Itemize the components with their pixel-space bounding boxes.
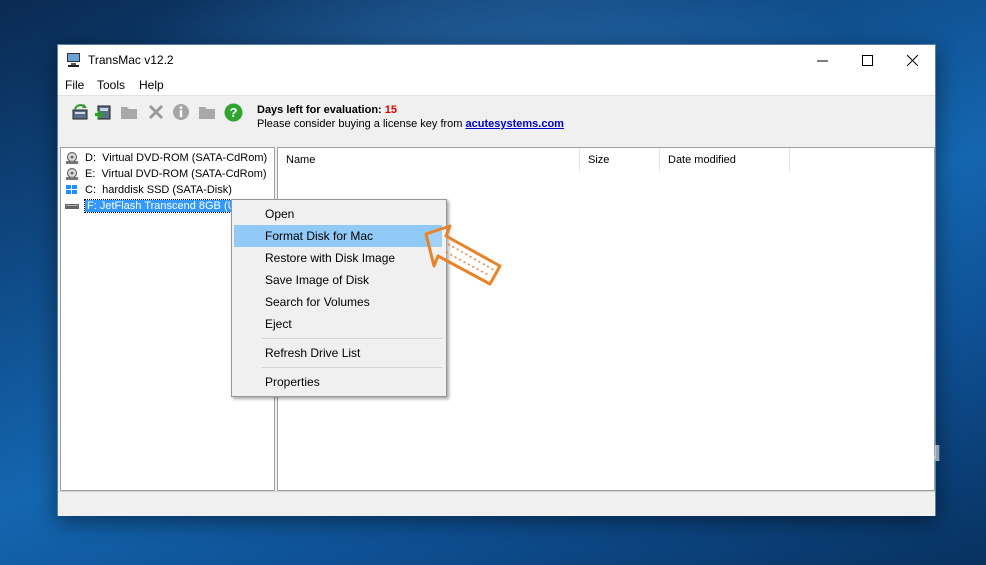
- usb-drive-icon: [65, 203, 79, 209]
- menu-bar: File Tools Help: [58, 75, 935, 95]
- window-title: TransMac v12.2: [88, 53, 174, 67]
- watermark-logo-icon: [667, 432, 705, 470]
- svg-text:?: ?: [229, 105, 237, 120]
- drive-label: harddisk SSD (SATA-Disk): [102, 183, 232, 196]
- disk-refresh-icon: [72, 104, 88, 120]
- maximize-icon: [861, 54, 873, 66]
- menu-item-save-image[interactable]: Save Image of Disk: [234, 269, 442, 291]
- maximize-button[interactable]: [844, 45, 890, 75]
- disk-add-icon: [95, 105, 111, 120]
- column-date-modified[interactable]: Date modified: [660, 148, 790, 172]
- drive-letter: E:: [85, 167, 96, 180]
- pointing-arrow-icon: [424, 224, 502, 286]
- drive-item-c[interactable]: C: harddisk SSD (SATA-Disk): [65, 182, 232, 197]
- toolbar-add-disk-button[interactable]: [93, 102, 113, 122]
- info-icon: [173, 104, 189, 120]
- evaluation-label: Days left for evaluation:: [257, 104, 382, 116]
- toolbar-open-folder-button[interactable]: [119, 102, 139, 122]
- column-size[interactable]: Size: [580, 148, 660, 172]
- title-bar: TransMac v12.2: [58, 45, 935, 75]
- license-text: Please consider buying a license key fro…: [257, 118, 463, 130]
- column-name[interactable]: Name: [278, 148, 580, 172]
- menu-item-eject[interactable]: Eject: [234, 313, 442, 335]
- drive-letter: D:: [85, 151, 96, 164]
- menu-tools[interactable]: Tools: [97, 78, 125, 92]
- toolbar-refresh-disk-button[interactable]: [70, 102, 90, 122]
- minimize-button[interactable]: [799, 45, 845, 75]
- toolbar-new-folder-button[interactable]: [197, 102, 217, 122]
- menu-item-restore-image[interactable]: Restore with Disk Image: [234, 247, 442, 269]
- drive-label: Virtual DVD-ROM (SATA-CdRom): [102, 151, 268, 164]
- new-folder-icon: [199, 107, 215, 119]
- menu-separator: [262, 338, 442, 339]
- menu-item-format-disk[interactable]: Format Disk for Mac: [234, 225, 442, 247]
- menu-help[interactable]: Help: [139, 78, 164, 92]
- dvd-icon: [66, 167, 78, 180]
- license-message: Please consider buying a license key fro…: [257, 118, 564, 130]
- menu-item-refresh-drives[interactable]: Refresh Drive List: [234, 342, 442, 364]
- watermark-text: macosworld.ru: [715, 433, 942, 468]
- drive-label: Virtual DVD-ROM (SATA-CdRom): [101, 167, 267, 180]
- status-bar: [58, 491, 935, 516]
- menu-separator: [262, 367, 442, 368]
- dvd-icon: [66, 151, 78, 164]
- menu-file[interactable]: File: [65, 78, 84, 92]
- menu-item-open[interactable]: Open: [234, 203, 442, 225]
- drive-item-e[interactable]: E: Virtual DVD-ROM (SATA-CdRom): [65, 166, 267, 181]
- help-icon: ?: [224, 103, 242, 121]
- close-button[interactable]: [889, 45, 935, 75]
- computer-icon: [67, 53, 80, 67]
- evaluation-notice: Days left for evaluation: 15: [257, 104, 397, 116]
- delete-icon: [148, 104, 164, 120]
- context-menu: Open Format Disk for Mac Restore with Di…: [231, 199, 447, 397]
- evaluation-days: 15: [384, 104, 398, 116]
- toolbar-help-button[interactable]: ?: [223, 102, 243, 122]
- folder-icon: [121, 107, 137, 119]
- close-icon: [906, 54, 918, 66]
- toolbar-delete-button[interactable]: [146, 102, 166, 122]
- drive-item-d[interactable]: D: Virtual DVD-ROM (SATA-CdRom): [65, 150, 267, 165]
- watermark: macosworld.ru: [667, 432, 942, 470]
- menu-item-properties[interactable]: Properties: [234, 371, 442, 393]
- toolbar-info-button[interactable]: [171, 102, 191, 122]
- menu-item-search-volumes[interactable]: Search for Volumes: [234, 291, 442, 313]
- acutesystems-link[interactable]: acutesystems.com: [466, 118, 564, 130]
- minimize-icon: [816, 60, 828, 61]
- drive-letter: C:: [85, 183, 96, 196]
- toolbar: ? Days left for evaluation: 15 Please co…: [58, 95, 935, 147]
- windows-disk-icon: [66, 184, 77, 194]
